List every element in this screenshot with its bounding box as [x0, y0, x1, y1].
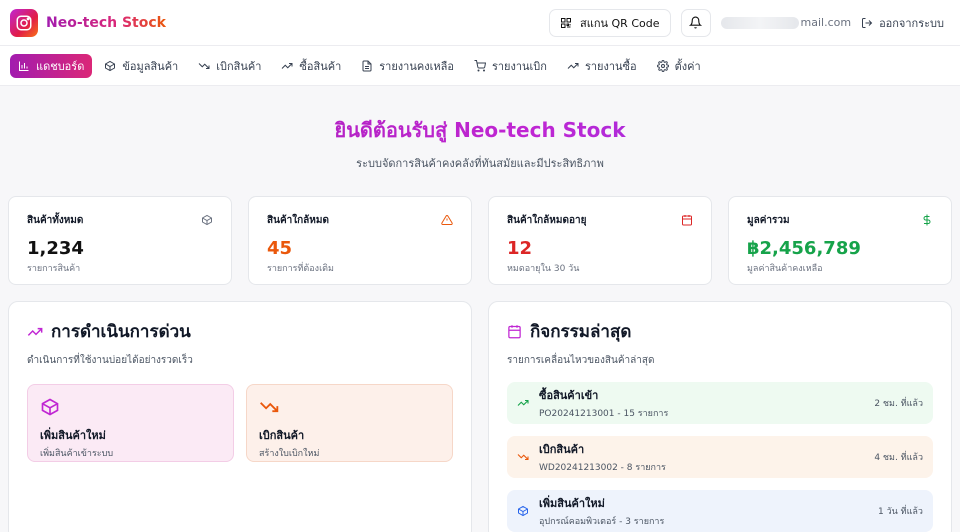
nav-label: รายงานคงเหลือ — [379, 59, 454, 73]
logout-button[interactable]: ออกจากระบบ — [861, 14, 944, 32]
action-title: เพิ่มสินค้าใหม่ — [40, 429, 106, 442]
welcome-section: ยินดีต้อนรับสู่ Neo-tech Stock ระบบจัดกา… — [0, 86, 960, 196]
trending-up-icon — [27, 327, 43, 336]
nav-item-stock-report[interactable]: รายงานคงเหลือ — [353, 54, 462, 78]
action-title: เบิกสินค้า — [259, 429, 305, 442]
logout-label: ออกจากระบบ — [879, 16, 944, 30]
panels-row: การดำเนินการด่วน ดำเนินการที่ใช้งานบ่อยไ… — [0, 285, 960, 532]
instagram-logo-icon[interactable] — [10, 8, 38, 37]
file-text-icon — [362, 60, 372, 71]
quick-actions-panel: การดำเนินการด่วน ดำเนินการที่ใช้งานบ่อยไ… — [8, 301, 472, 532]
add-product-action[interactable]: เพิ่มสินค้าใหม่ เพิ่มสินค้าเข้าระบบ — [27, 384, 234, 462]
nav-item-withdraw[interactable]: เบิกสินค้า — [190, 54, 269, 78]
nav-item-products[interactable]: ข้อมูลสินค้า — [96, 54, 186, 78]
package-icon — [105, 60, 116, 71]
recent-activity-subtitle: รายการเคลื่อนไหวของสินค้าล่าสุด — [507, 355, 655, 366]
stat-card-total-value: มูลค่ารวม ฿2,456,789 มูลค่าสินค้าคงเหลือ — [728, 196, 952, 285]
stat-sub: รายการสินค้า — [27, 264, 81, 274]
bell-icon — [689, 16, 702, 29]
welcome-subtitle: ระบบจัดการสินค้าคงคลังที่ทันสมัยและมีประ… — [356, 157, 604, 170]
warning-icon — [441, 214, 453, 225]
stat-card-expiring: สินค้าใกล้หมดอายุ 12 หมดอายุใน 30 วัน — [488, 196, 712, 285]
main-nav: แดชบอร์ด ข้อมูลสินค้า เบิกสินค้า ซื้อสิน… — [0, 46, 960, 86]
stat-sub: รายการที่ต้องเติม — [267, 264, 334, 274]
activity-sub: WD20241213002 - 8 รายการ — [539, 463, 666, 473]
brand-name[interactable]: Neo-tech Stock — [46, 15, 166, 31]
nav-label: รายงานเบิก — [491, 59, 547, 73]
notifications-button[interactable] — [680, 8, 711, 37]
scan-qr-button[interactable]: สแกน QR Code — [549, 8, 671, 37]
stat-label: มูลค่ารวม — [747, 215, 790, 226]
cart-icon — [474, 59, 486, 71]
withdraw-product-action[interactable]: เบิกสินค้า สร้างใบเบิกใหม่ — [246, 384, 453, 462]
gear-icon — [656, 59, 669, 72]
nav-label: ซื้อสินค้า — [299, 59, 342, 73]
stat-value: 45 — [267, 238, 293, 259]
action-sub: สร้างใบเบิกใหม่ — [259, 449, 320, 459]
trending-up-icon — [282, 62, 293, 69]
activity-item[interactable]: เพิ่มสินค้าใหม่ อุปกรณ์คอมพิวเตอร์ - 3 ร… — [507, 490, 933, 532]
logout-icon — [862, 17, 873, 28]
user-email: mail.com — [720, 16, 852, 29]
nav-item-settings[interactable]: ตั้งค่า — [649, 54, 709, 78]
quick-actions-title: การดำเนินการด่วน — [51, 322, 191, 342]
activity-title: ซื้อสินค้าเข้า — [539, 389, 599, 402]
activity-title: เบิกสินค้า — [539, 443, 585, 456]
qr-code-icon — [561, 17, 572, 28]
stat-sub: หมดอายุใน 30 วัน — [507, 264, 580, 274]
stat-label: สินค้าทั้งหมด — [27, 215, 84, 226]
package-icon — [202, 214, 212, 226]
stat-sub: มูลค่าสินค้าคงเหลือ — [747, 264, 823, 274]
nav-label: แดชบอร์ด — [36, 59, 85, 73]
trending-down-icon — [517, 454, 529, 461]
stats-row: สินค้าทั้งหมด 1,234 รายการสินค้า สินค้าใ… — [0, 196, 960, 285]
quick-actions-subtitle: ดำเนินการที่ใช้งานบ่อยได้อย่างรวดเร็ว — [27, 355, 193, 366]
activity-item[interactable]: เบิกสินค้า WD20241213002 - 8 รายการ 4 ชม… — [507, 436, 933, 478]
welcome-title: ยินดีต้อนรับสู่ Neo-tech Stock — [0, 114, 960, 146]
stat-value: ฿2,456,789 — [747, 238, 861, 259]
bar-chart-icon — [19, 61, 29, 71]
package-icon — [41, 398, 59, 416]
package-icon — [518, 505, 528, 517]
recent-activity-panel: กิจกรรมล่าสุด รายการเคลื่อนไหวของสินค้าล… — [488, 301, 952, 532]
nav-label: รายงานซื้อ — [584, 59, 637, 73]
action-sub: เพิ่มสินค้าเข้าระบบ — [40, 449, 114, 459]
nav-item-withdraw-report[interactable]: รายงานเบิก — [466, 54, 555, 78]
stat-label: สินค้าใกล้หมด — [267, 215, 329, 226]
scan-qr-label: สแกน QR Code — [580, 16, 660, 30]
user-email-domain: mail.com — [800, 16, 852, 29]
nav-label: ตั้งค่า — [674, 59, 701, 73]
activity-time: 4 ชม. ที่แล้ว — [874, 453, 923, 463]
redacted-email — [720, 16, 799, 29]
nav-label: เบิกสินค้า — [216, 59, 262, 73]
stat-card-low-stock: สินค้าใกล้หมด 45 รายการที่ต้องเติม — [248, 196, 472, 285]
activity-title: เพิ่มสินค้าใหม่ — [539, 497, 605, 510]
activity-time: 2 ชม. ที่แล้ว — [874, 399, 923, 409]
activity-time: 1 วัน ที่แล้ว — [878, 507, 923, 517]
activity-item[interactable]: ซื้อสินค้าเข้า PO20241213001 - 15 รายการ… — [507, 382, 933, 424]
stat-label: สินค้าใกล้หมดอายุ — [507, 215, 587, 226]
top-bar: Neo-tech Stock สแกน QR Code mail.com ออก… — [0, 0, 960, 46]
nav-item-dashboard[interactable]: แดชบอร์ด — [10, 53, 93, 78]
nav-item-purchase-report[interactable]: รายงานซื้อ — [559, 54, 645, 78]
dollar-icon — [923, 214, 931, 226]
calendar-icon — [682, 215, 692, 226]
trending-up-icon — [567, 62, 579, 69]
nav-item-purchase[interactable]: ซื้อสินค้า — [273, 54, 349, 78]
activity-sub: อุปกรณ์คอมพิวเตอร์ - 3 รายการ — [539, 517, 665, 527]
stat-value: 1,234 — [27, 238, 84, 259]
recent-activity-title: กิจกรรมล่าสุด — [530, 322, 632, 342]
nav-label: ข้อมูลสินค้า — [122, 59, 179, 73]
trending-down-icon — [198, 62, 210, 69]
trending-down-icon — [260, 402, 279, 413]
calendar-icon — [508, 325, 521, 339]
stat-value: 12 — [507, 238, 533, 259]
stat-card-total-products: สินค้าทั้งหมด 1,234 รายการสินค้า — [8, 196, 232, 285]
activity-sub: PO20241213001 - 15 รายการ — [539, 409, 669, 419]
trending-up-icon — [517, 399, 529, 406]
